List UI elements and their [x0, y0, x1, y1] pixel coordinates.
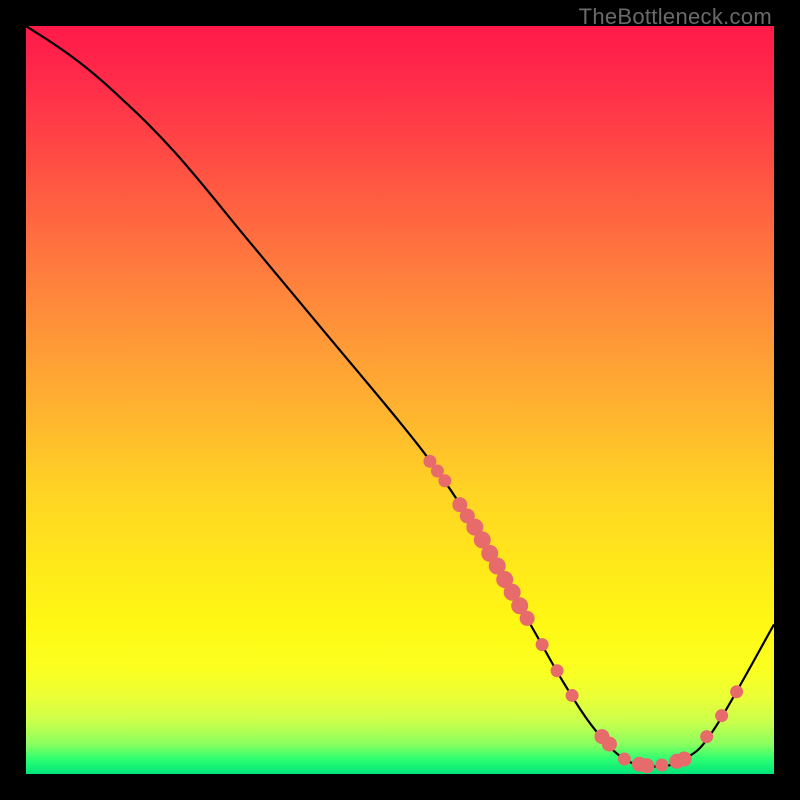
- chart-marker: [640, 759, 654, 773]
- attribution-label: TheBottleneck.com: [579, 4, 772, 30]
- chart-curve: [26, 26, 774, 767]
- chart-marker: [602, 737, 616, 751]
- chart-marker: [439, 475, 451, 487]
- chart-marker: [536, 639, 548, 651]
- chart-marker: [551, 665, 563, 677]
- chart-markers: [424, 455, 743, 772]
- chart-marker: [701, 731, 713, 743]
- chart-marker: [618, 753, 630, 765]
- chart-marker: [677, 752, 691, 766]
- chart-marker: [716, 710, 728, 722]
- chart-marker: [656, 759, 668, 771]
- chart-frame: [26, 26, 774, 774]
- chart-overlay: [26, 26, 774, 774]
- chart-marker: [731, 686, 743, 698]
- chart-marker: [566, 689, 578, 701]
- chart-marker: [520, 611, 534, 625]
